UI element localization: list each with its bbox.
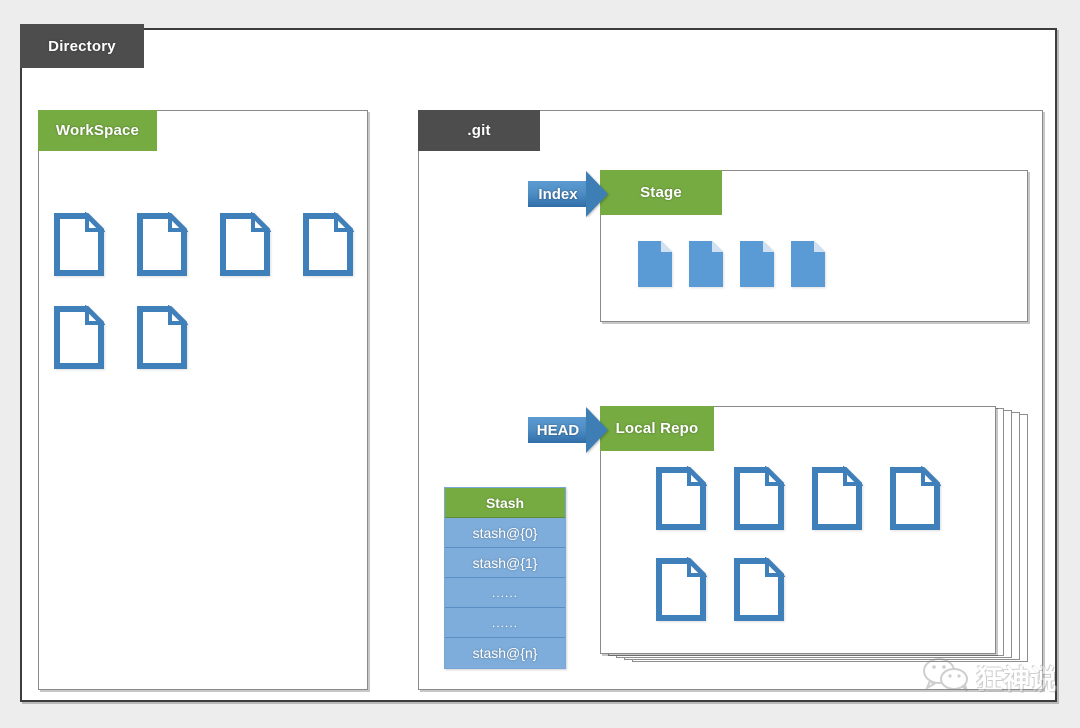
workspace-label-tab: WorkSpace — [38, 110, 157, 151]
index-arrow-label: Index — [538, 185, 578, 203]
stash-entry-ellipsis-2: ...... — [445, 608, 565, 638]
stash-entry-0[interactable]: stash@{0} — [445, 518, 565, 548]
stash-entry-label: ...... — [491, 615, 518, 630]
local-repo-document — [733, 466, 785, 531]
stash-entry-label: stash@{1} — [472, 554, 538, 571]
workspace-label-text: WorkSpace — [55, 122, 140, 139]
directory-label-text: Directory — [48, 37, 116, 55]
stash-entry-label: stash@{n} — [472, 645, 538, 661]
stage-label-tab: Stage — [600, 170, 722, 215]
local-repo-label-text: Local Repo — [615, 420, 699, 437]
workspace-document — [53, 212, 105, 277]
local-repo-label-tab: Local Repo — [600, 406, 714, 451]
stash-table-header: Stash — [445, 488, 565, 518]
head-arrow: HEAD — [528, 407, 608, 453]
diagram-canvas: Directory WorkSpace .git Index Stage HEA… — [0, 0, 1080, 728]
workspace-document — [136, 212, 188, 277]
stash-entry-n[interactable]: stash@{n} — [445, 638, 565, 668]
workspace-document — [219, 212, 271, 277]
stash-header-text: Stash — [485, 494, 525, 511]
stash-entry-1[interactable]: stash@{1} — [445, 548, 565, 578]
local-repo-document — [889, 466, 941, 531]
local-repo-document — [655, 557, 707, 622]
directory-label-tab: Directory — [20, 24, 144, 68]
index-arrow-body: Index — [528, 181, 586, 207]
index-arrow-head — [586, 171, 608, 217]
git-label-text: .git — [467, 122, 491, 139]
stash-entry-label: ...... — [491, 585, 518, 600]
stage-document — [790, 240, 826, 288]
stage-document — [739, 240, 775, 288]
stash-entry-ellipsis-1: ...... — [445, 578, 565, 608]
index-arrow: Index — [528, 171, 608, 217]
workspace-document — [302, 212, 354, 277]
head-arrow-body: HEAD — [528, 417, 586, 443]
head-arrow-head — [586, 407, 608, 453]
workspace-document — [53, 305, 105, 370]
local-repo-document — [655, 466, 707, 531]
git-label-tab: .git — [418, 110, 540, 151]
stage-label-text: Stage — [640, 184, 682, 201]
workspace-panel — [38, 110, 368, 690]
stage-document — [688, 240, 724, 288]
stage-document — [637, 240, 673, 288]
workspace-document — [136, 305, 188, 370]
stash-entry-label: stash@{0} — [472, 524, 538, 541]
local-repo-document — [811, 466, 863, 531]
local-repo-document — [733, 557, 785, 622]
head-arrow-label: HEAD — [536, 421, 580, 439]
stash-table: Stash stash@{0} stash@{1} ...... ...... … — [444, 487, 566, 669]
